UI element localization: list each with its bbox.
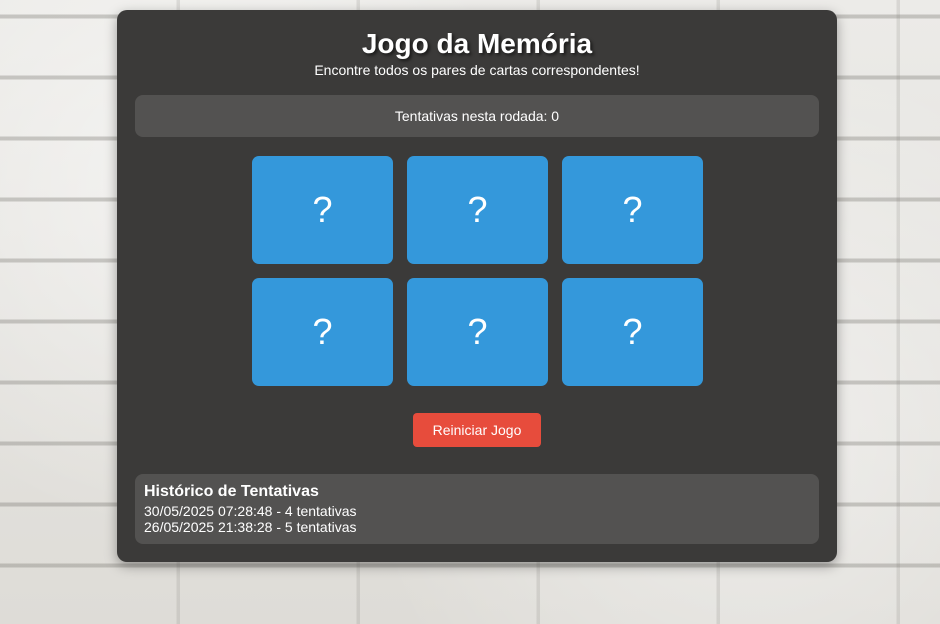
game-panel: Jogo da Memória Encontre todos os pares … [117,10,837,562]
history-title: Histórico de Tentativas [144,483,319,500]
memory-card[interactable]: ? [562,156,703,264]
memory-card[interactable]: ? [562,278,703,386]
card-grid: ? ? ? ? ? ? [252,156,703,386]
attempts-history: Histórico de Tentativas 30/05/2025 07:28… [135,474,819,544]
game-title: Jogo da Memória [361,28,593,59]
attempts-text: Tentativas nesta rodada: 0 [394,108,560,124]
history-entry: 26/05/2025 21:38:28 - 5 tentativas [144,519,357,535]
memory-card[interactable]: ? [407,278,548,386]
memory-card[interactable]: ? [252,156,393,264]
attempts-counter: Tentativas nesta rodada: 0 [135,95,819,137]
memory-card[interactable]: ? [407,156,548,264]
game-subtitle: Encontre todos os pares de cartas corres… [314,62,640,78]
history-entry: 30/05/2025 07:28:48 - 4 tentativas [144,503,357,519]
memory-card[interactable]: ? [252,278,393,386]
restart-game-button[interactable]: Reiniciar Jogo [413,413,541,447]
